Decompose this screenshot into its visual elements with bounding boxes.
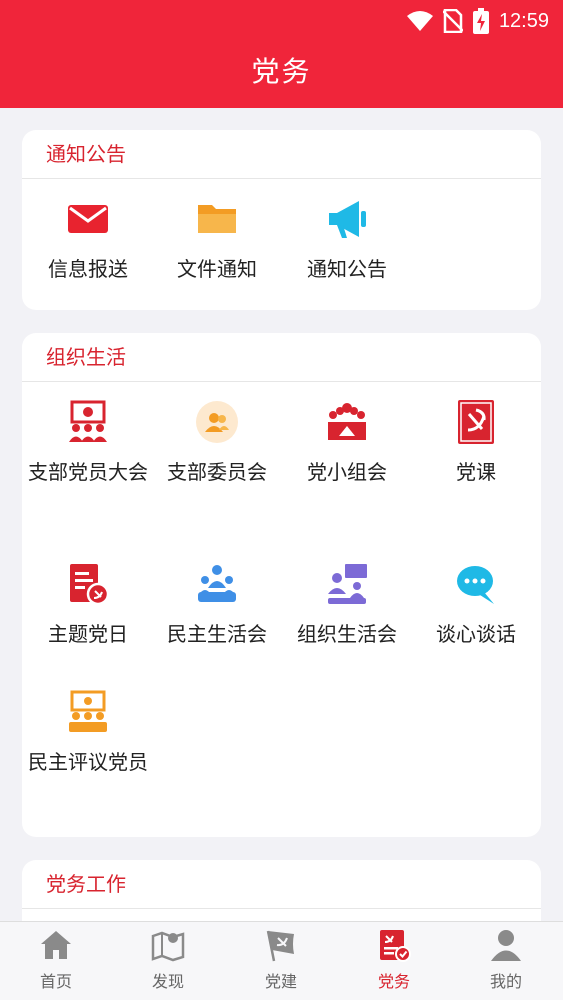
grid-item-label: 谈心谈话 <box>436 622 516 646</box>
org-life-card: 组织生活 支部党员大会 支部委员会 党小组会 党课 主题党日 民主生活会 组织生… <box>22 333 541 837</box>
grid-item-label: 组织生活会 <box>297 622 397 646</box>
grid-item-info-report[interactable]: 信息报送 <box>23 197 153 285</box>
democratic-life-icon <box>198 565 236 602</box>
grid-item-label: 民主生活会 <box>167 622 267 646</box>
grid-item-label: 党小组会 <box>307 460 387 484</box>
section-title-party-work: 党务工作 <box>22 860 541 909</box>
tab-home[interactable]: 首页 <box>0 928 112 992</box>
review-icon <box>69 690 107 732</box>
status-time: 12:59 <box>498 9 549 32</box>
grid-item-label: 党课 <box>456 460 496 484</box>
grid-item-theme-party-day[interactable]: 主题党日 <box>23 562 153 650</box>
tab-discover[interactable]: 发现 <box>112 928 224 992</box>
group-meeting-icon <box>328 403 366 440</box>
page-title: 党务 <box>251 55 312 88</box>
grid-item-file-notice[interactable]: 文件通知 <box>152 197 282 285</box>
party-flag-icon <box>266 930 294 962</box>
status-bar: 12:59 <box>406 6 549 36</box>
envelope-icon <box>68 205 108 233</box>
grid-item-party-lecture[interactable]: 党课 <box>411 400 541 488</box>
party-affairs-icon <box>380 930 411 962</box>
tab-label: 首页 <box>39 972 72 991</box>
notice-card: 通知公告 信息报送 文件通知 通知公告 <box>22 130 541 310</box>
chat-icon <box>457 566 494 604</box>
grid-item-democratic-life[interactable]: 民主生活会 <box>152 562 282 650</box>
party-meeting-icon <box>69 400 107 442</box>
map-icon <box>151 931 185 962</box>
person-icon <box>491 930 521 961</box>
tab-label: 发现 <box>151 972 184 991</box>
app-header: 12:59 党务 <box>0 0 563 108</box>
grid-item-heart-talk[interactable]: 谈心谈话 <box>411 562 541 650</box>
grid-item-party-group-meeting[interactable]: 党小组会 <box>282 400 412 488</box>
grid-item-label: 民主评议党员 <box>28 750 148 774</box>
grid-item-branch-committee[interactable]: 支部委员会 <box>152 400 282 488</box>
battery-charging-icon <box>472 8 489 34</box>
grid-item-label: 信息报送 <box>48 257 128 281</box>
grid-item-announcement[interactable]: 通知公告 <box>282 197 412 285</box>
grid-item-label: 支部党员大会 <box>28 460 148 484</box>
folder-icon <box>198 205 236 233</box>
theme-day-icon <box>70 564 110 606</box>
tab-label: 党建 <box>264 972 297 991</box>
grid-item-democratic-review[interactable]: 民主评议党员 <box>23 690 153 778</box>
no-sim-icon <box>442 9 463 33</box>
section-title-org-life: 组织生活 <box>22 333 541 382</box>
megaphone-icon <box>329 201 366 238</box>
tab-label: 党务 <box>377 972 410 991</box>
section-title-notice: 通知公告 <box>22 130 541 179</box>
tab-label: 我的 <box>489 972 522 991</box>
grid-item-branch-congress[interactable]: 支部党员大会 <box>23 400 153 488</box>
grid-item-org-life-meeting[interactable]: 组织生活会 <box>282 562 412 650</box>
party-book-icon <box>458 400 494 444</box>
home-icon <box>41 931 71 959</box>
tab-party-building[interactable]: 党建 <box>225 928 337 992</box>
bottom-tab-bar: 首页 发现 党建 党务 我的 <box>0 921 563 1000</box>
grid-item-label: 支部委员会 <box>167 460 267 484</box>
committee-icon <box>196 401 238 443</box>
grid-item-label: 文件通知 <box>177 257 257 281</box>
tab-party-affairs[interactable]: 党务 <box>338 928 450 992</box>
org-life-icon <box>328 564 367 604</box>
grid-item-label: 主题党日 <box>48 622 128 646</box>
tab-mine[interactable]: 我的 <box>450 928 562 992</box>
grid-item-label: 通知公告 <box>307 257 387 281</box>
wifi-icon <box>406 11 433 31</box>
